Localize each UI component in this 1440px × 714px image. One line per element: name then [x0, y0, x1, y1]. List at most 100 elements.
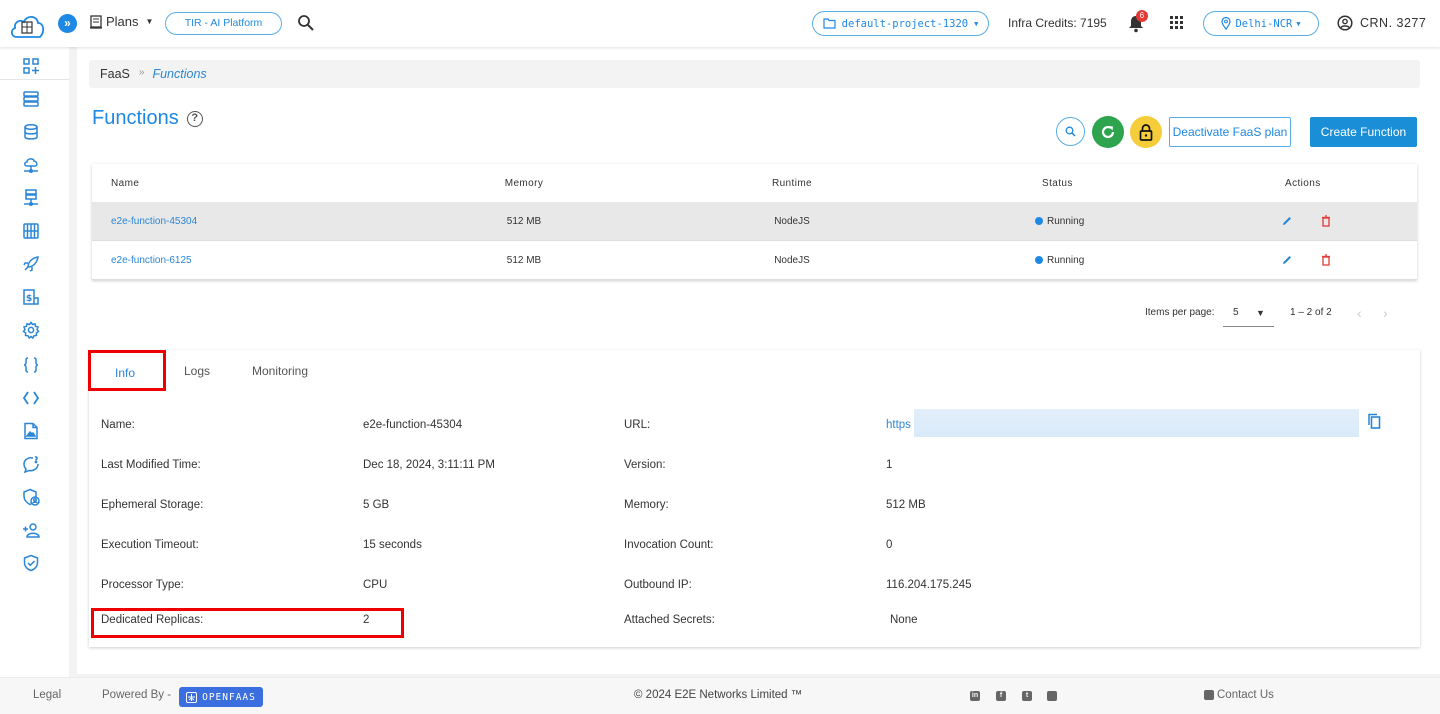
code-icon — [22, 391, 40, 405]
e2e-cloud-logo-icon[interactable] — [8, 10, 46, 40]
table-row[interactable]: e2e-function-45304 512 MB NodeJS Running — [92, 202, 1417, 241]
items-per-page-select[interactable]: 5 ▼ — [1223, 305, 1274, 327]
rss-icon[interactable] — [1047, 691, 1057, 701]
sidebar-item-compliance[interactable] — [21, 553, 41, 573]
footer: Legal Powered By - OPENFAAS © 2024 E2E N… — [0, 677, 1440, 714]
facebook-icon[interactable]: f — [996, 691, 1006, 701]
tab-monitoring[interactable]: Monitoring — [252, 364, 308, 378]
page-title-text: Functions — [92, 107, 179, 129]
plans-icon — [90, 14, 102, 29]
search-icon[interactable] — [297, 14, 315, 32]
header-runtime[interactable]: Runtime — [770, 178, 814, 189]
database-icon — [24, 123, 38, 140]
function-memory: 512 MB — [506, 254, 542, 266]
highlight-info-tab — [88, 350, 166, 391]
status-dot-icon — [1035, 256, 1043, 264]
sidebar-item-images[interactable] — [21, 421, 41, 441]
phone-icon — [1204, 690, 1214, 700]
sidebar-item-faas[interactable] — [21, 355, 41, 375]
header-memory[interactable]: Memory — [504, 178, 544, 189]
contact-us-label: Contact Us — [1217, 689, 1274, 701]
main-content: FaaS » Functions Functions ? Deactivate … — [77, 47, 1440, 674]
twitter-icon[interactable]: t — [1022, 691, 1032, 701]
shield-check-icon — [23, 554, 39, 572]
header-name[interactable]: Name — [111, 178, 139, 189]
sidebar-item-cdn[interactable] — [21, 155, 41, 175]
function-url-link[interactable]: https — [886, 419, 911, 431]
crn-label: CRN. 3277 — [1360, 16, 1427, 30]
sidebar: $ — [0, 47, 69, 677]
plans-menu[interactable]: Plans ▼ — [89, 14, 153, 29]
function-runtime: NodeJS — [774, 215, 810, 227]
create-function-button[interactable]: Create Function — [1310, 117, 1417, 147]
header-status[interactable]: Status — [1042, 178, 1073, 189]
help-icon[interactable]: ? — [186, 110, 203, 127]
chevron-down-icon: ▼ — [1296, 19, 1301, 28]
sidebar-item-support[interactable] — [21, 454, 41, 474]
page-title: Functions ? — [92, 107, 203, 130]
sidebar-item-storage[interactable] — [21, 221, 41, 241]
table-row[interactable]: e2e-function-6125 512 MB NodeJS Running — [92, 241, 1417, 280]
info-value: None — [890, 614, 918, 626]
highlight-dedicated-replicas — [91, 608, 404, 638]
legal-link[interactable]: Legal — [33, 689, 61, 701]
info-label: Outbound IP: — [624, 579, 692, 591]
openfaas-badge[interactable]: OPENFAAS — [179, 687, 263, 707]
breadcrumb-faas[interactable]: FaaS — [100, 67, 130, 81]
region-selector[interactable]: Delhi-NCR ▼ — [1203, 11, 1319, 36]
sidebar-item-nodes[interactable] — [21, 89, 41, 109]
openfaas-logo-icon — [186, 691, 198, 703]
sidebar-item-iam[interactable] — [21, 520, 41, 540]
refresh-icon — [1101, 125, 1115, 139]
tir-platform-button[interactable]: TIR - AI Platform — [165, 12, 282, 35]
info-label: Version: — [624, 459, 666, 471]
linkedin-icon[interactable]: in — [970, 691, 980, 701]
sidebar-divider — [0, 79, 69, 80]
edit-icon[interactable] — [1281, 215, 1293, 227]
delete-icon[interactable] — [1320, 254, 1332, 266]
edit-icon[interactable] — [1281, 254, 1293, 266]
location-pin-icon — [1221, 17, 1232, 30]
contact-us-link[interactable]: Contact Us — [1204, 689, 1274, 701]
function-name-link[interactable]: e2e-function-6125 — [111, 255, 192, 266]
tab-logs[interactable]: Logs — [184, 364, 210, 378]
notification-badge: 6 — [1136, 10, 1148, 22]
deactivate-faas-plan-button[interactable]: Deactivate FaaS plan — [1169, 117, 1291, 147]
breadcrumb-functions: Functions — [152, 67, 207, 81]
next-page-button[interactable]: › — [1383, 305, 1388, 321]
sidebar-item-deploy[interactable] — [21, 254, 41, 274]
sidebar-item-billing[interactable]: $ — [21, 287, 41, 307]
info-label: Execution Timeout: — [101, 539, 199, 551]
search-functions-button[interactable] — [1056, 117, 1085, 146]
account-menu[interactable]: CRN. 3277 — [1337, 15, 1426, 31]
expand-sidebar-button[interactable]: » — [58, 14, 77, 33]
copy-icon[interactable] — [1367, 413, 1381, 429]
chevron-down-icon: ▼ — [145, 17, 154, 26]
dashboard-add-icon — [23, 58, 39, 74]
svg-text:$: $ — [26, 294, 32, 304]
plans-label: Plans — [106, 14, 139, 29]
sidebar-item-network[interactable] — [21, 188, 41, 208]
function-name-link[interactable]: e2e-function-45304 — [111, 216, 197, 227]
cloud-network-icon — [24, 158, 38, 174]
user-circle-icon — [1337, 15, 1353, 31]
apps-grid-icon[interactable] — [1170, 16, 1183, 29]
items-per-page-label: Items per page: — [1145, 307, 1215, 318]
status-text: Running — [1047, 254, 1085, 266]
project-selector[interactable]: default-project-1320 ▼ — [812, 11, 989, 36]
lock-button[interactable] — [1130, 116, 1162, 148]
info-label: Last Modified Time: — [101, 459, 201, 471]
sidebar-item-settings[interactable] — [21, 320, 41, 340]
previous-page-button[interactable]: ‹ — [1357, 305, 1362, 321]
sidebar-item-security-groups[interactable] — [21, 487, 41, 507]
delete-icon[interactable] — [1320, 215, 1332, 227]
search-icon — [1065, 126, 1076, 137]
sidebar-item-dashboard[interactable] — [21, 56, 41, 76]
sidebar-item-database[interactable] — [21, 122, 41, 142]
refresh-button[interactable] — [1092, 116, 1124, 148]
sidebar-item-api[interactable] — [21, 388, 41, 408]
info-value: 0 — [886, 539, 893, 551]
info-label: Name: — [101, 419, 135, 431]
info-label: Ephemeral Storage: — [101, 499, 204, 511]
project-name: default-project-1320 — [841, 17, 969, 30]
